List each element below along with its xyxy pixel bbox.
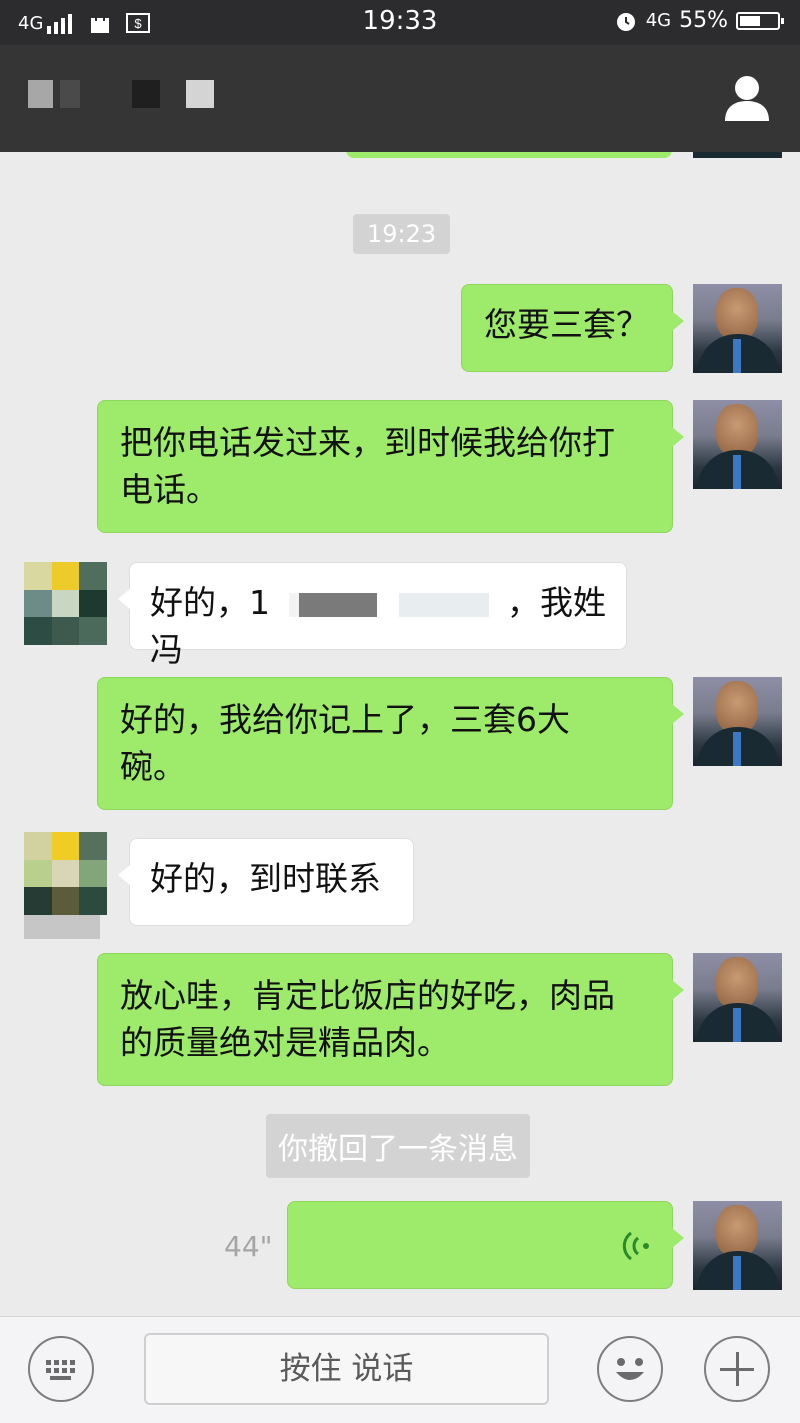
message-line: 碗。 [120,747,186,786]
avatar-other[interactable] [24,562,107,645]
keyboard-icon [46,1360,75,1380]
status-right: 4G 55% [614,8,784,33]
plus-icon [720,1352,754,1386]
message-line: 把你电话发过来，到时候我给你打 [120,423,615,462]
person-icon[interactable] [722,73,772,123]
timestamp: 19:23 [353,214,451,254]
alarm-icon [616,12,635,31]
avatar-other[interactable] [24,832,107,915]
emoji-icon [616,1358,644,1380]
voice-message-bubble[interactable] [287,1201,684,1289]
status-bar: 4G $ 19:33 4G 55% [0,0,800,45]
press-to-talk-button[interactable]: 按住 说话 [144,1333,549,1405]
message-text-prefix: 好的，1 [150,583,270,622]
voice-duration: 44" [224,1230,273,1263]
keyboard-toggle-button[interactable] [28,1336,94,1402]
message-bubble-me[interactable]: 您要三套？ [461,284,684,372]
recall-notice: 你撤回了一条消息 [266,1114,530,1178]
voice-wave-icon [622,1231,649,1261]
message-bubble-me[interactable]: 把你电话发过来，到时候我给你打 电话。 [97,400,684,533]
avatar-me[interactable] [693,400,782,489]
message-text: 您要三套？ [484,305,649,344]
message-bubble-me[interactable]: 放心哇，肯定比饭店的好吃，肉品 的质量绝对是精品肉。 [97,953,684,1086]
message-bubble-me[interactable]: 好的，我给你记上了，三套6大 碗。 [97,677,684,810]
message-line: 电话。 [120,470,219,509]
avatar-me[interactable] [693,953,782,1042]
avatar-me[interactable] [693,1201,782,1290]
emoji-button[interactable] [597,1336,663,1402]
more-button[interactable] [704,1336,770,1402]
battery-icon [736,11,784,30]
message-line: 好的，我给你记上了，三套6大 [120,700,570,739]
avatar-other-redact [24,915,100,939]
message-bubble-other[interactable]: 好的，1 ，我姓冯 [118,562,627,669]
chat-header [0,45,800,152]
message-bubble-other[interactable]: 好的，到时联系 [118,838,414,926]
network-type-right: 4G [645,10,672,31]
chat-area[interactable]: 19:23 您要三套？ 把你电话发过来，到时候我给你打 电话。 好的，1 ，我姓… [0,152,800,1316]
previous-message-partial [346,152,672,158]
avatar-partial [693,152,782,158]
message-line: 放心哇，肯定比饭店的好吃，肉品 [120,976,615,1015]
avatar-me[interactable] [693,284,782,373]
input-bar: 按住 说话 [0,1316,800,1423]
message-line: 的质量绝对是精品肉。 [120,1023,450,1062]
battery-percent: 55% [679,8,728,33]
redacted-phone [288,592,489,617]
battery-fill [740,15,760,26]
avatar-me[interactable] [693,677,782,766]
message-text: 好的，到时联系 [150,859,381,898]
